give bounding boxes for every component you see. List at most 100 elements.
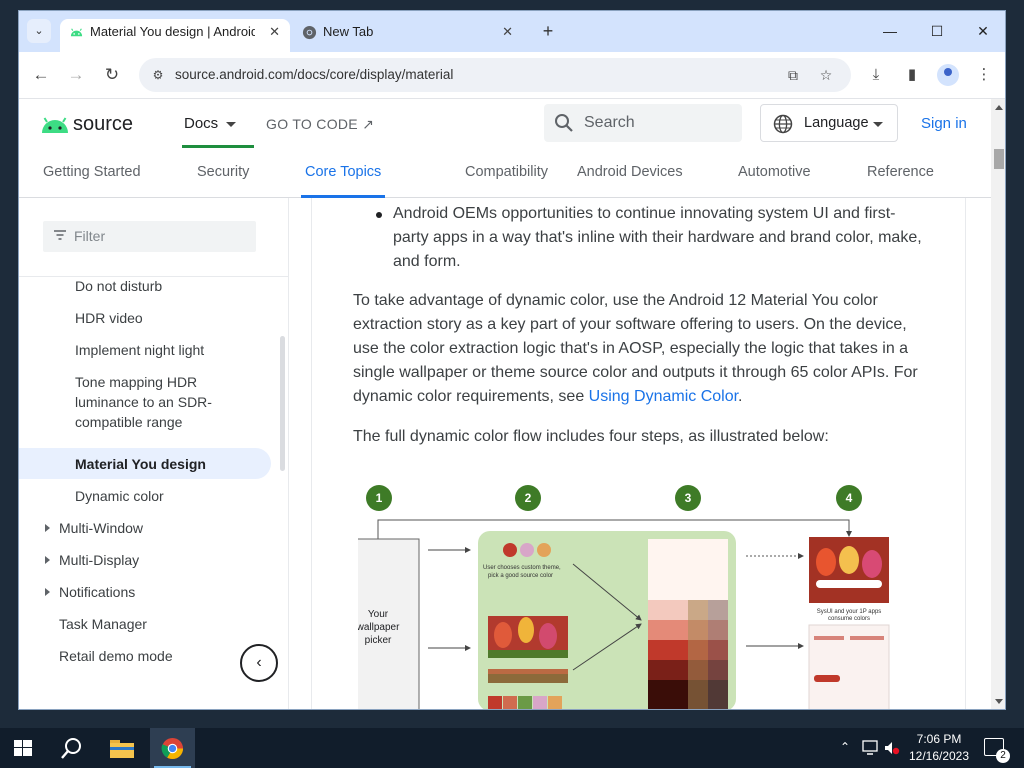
profile-avatar-icon[interactable] — [937, 64, 959, 86]
dynamic-color-flow-diagram: 1 2 3 4 Your wallpaper picker User chooses… — [358, 485, 890, 709]
svg-text:4: 4 — [846, 491, 853, 505]
caret-down-icon — [873, 122, 883, 127]
browser-toolbar: ← → ↻ ⚙ source.android.com/docs/core/dis… — [19, 52, 1005, 99]
windows-start-icon[interactable] — [14, 740, 32, 756]
docs-menu[interactable]: Docs — [181, 115, 255, 148]
collapse-sidebar-button[interactable]: ‹ — [240, 644, 278, 682]
sidebar-item-notifications[interactable]: Notifications — [59, 582, 135, 602]
language-label: Language — [804, 115, 869, 131]
site-info-icon[interactable]: ⚙ — [149, 66, 167, 84]
goto-code-link[interactable]: GO TO CODE ↗ — [266, 116, 374, 133]
tab-material-you[interactable]: Material You design | Android ✕ — [60, 19, 290, 52]
search-icon[interactable] — [60, 737, 84, 759]
tab-getting-started[interactable]: Getting Started — [43, 164, 141, 180]
tab-security[interactable]: Security — [197, 164, 249, 180]
sign-in-link[interactable]: Sign in — [921, 115, 967, 132]
install-app-icon[interactable]: ⧉ — [783, 65, 803, 85]
tab-new-tab[interactable]: New Tab ✕ — [293, 19, 523, 52]
language-selector[interactable]: Language — [760, 104, 898, 142]
tab-reference[interactable]: Reference — [867, 164, 934, 180]
side-panel-icon[interactable]: ▮ — [901, 64, 923, 86]
chevron-up-icon[interactable]: ⌃ — [840, 740, 850, 754]
volume-muted-icon[interactable] — [884, 740, 900, 756]
bullet-dot — [376, 212, 382, 218]
sidebar-item-tone-mapping[interactable]: Tone mapping HDR luminance to an SDR-com… — [75, 372, 245, 432]
expand-arrow-icon[interactable] — [45, 556, 50, 564]
tab-compatibility[interactable]: Compatibility — [465, 164, 548, 180]
sidebar-item-night-light[interactable]: Implement night light — [75, 340, 204, 360]
chrome-taskbar-button[interactable] — [150, 728, 195, 768]
bullet-text: Android OEMs opportunities to continue i… — [393, 205, 922, 270]
step-marker-4: 4 — [836, 485, 862, 511]
tab-automotive[interactable]: Automotive — [738, 164, 811, 180]
svg-text:1: 1 — [376, 491, 383, 505]
using-dynamic-color-link[interactable]: Using Dynamic Color — [589, 388, 738, 405]
browser-window: ⌄ Material You design | Android ✕ New Ta… — [18, 10, 1006, 710]
tab-search-button[interactable]: ⌄ — [27, 19, 51, 43]
page-scrollbar[interactable] — [991, 99, 1005, 709]
expand-arrow-icon[interactable] — [45, 588, 50, 596]
tab-core-topics[interactable]: Core Topics — [300, 164, 386, 198]
network-icon[interactable] — [862, 740, 878, 756]
chrome-favicon-icon — [302, 25, 317, 40]
sidebar-item-hdr-video[interactable]: HDR video — [75, 308, 143, 328]
system-clock[interactable]: 7:06 PM 12/16/2023 — [904, 731, 974, 765]
maximize-button[interactable]: ☐ — [922, 17, 952, 45]
site-search[interactable]: Search — [544, 104, 742, 142]
bookmark-star-icon[interactable]: ☆ — [816, 65, 836, 85]
tonal-palette — [648, 539, 728, 709]
search-icon — [555, 114, 573, 132]
globe-icon — [773, 114, 793, 134]
step-marker-3: 3 — [675, 485, 701, 511]
clock-date: 12/16/2023 — [908, 749, 970, 763]
sidebar-item-multi-window[interactable]: Multi-Window — [59, 518, 143, 538]
expand-arrow-icon[interactable] — [45, 524, 50, 532]
step-marker-2: 2 — [515, 485, 541, 511]
tab-close-icon[interactable]: ✕ — [502, 19, 513, 45]
paragraph-flow-intro: The full dynamic color flow includes fou… — [353, 428, 829, 445]
paragraph-dynamic-color: To take advantage of dynamic color, use … — [353, 289, 927, 409]
reload-icon[interactable]: ↻ — [99, 62, 125, 88]
docs-label: Docs — [184, 115, 219, 132]
sidebar-item-do-not-disturb[interactable]: Do not disturb — [75, 276, 162, 296]
notification-center-icon[interactable]: 2 — [984, 738, 1010, 763]
back-arrow-icon[interactable]: ← — [28, 62, 54, 88]
svg-text:3: 3 — [685, 491, 692, 505]
close-window-button[interactable]: ✕ — [968, 17, 998, 45]
forward-arrow-icon[interactable]: → — [63, 62, 89, 88]
logo-text: source — [73, 113, 134, 135]
android-favicon-icon — [70, 28, 83, 37]
tab-android-devices[interactable]: Android Devices — [577, 164, 683, 180]
scroll-up-icon[interactable] — [995, 105, 1003, 110]
sidebar-item-dynamic-color[interactable]: Dynamic color — [75, 486, 164, 506]
sidebar-scrollbar[interactable] — [280, 336, 285, 471]
android-logo-icon — [42, 117, 68, 133]
tab-strip: ⌄ Material You design | Android ✕ New Ta… — [19, 11, 1005, 52]
scroll-thumb[interactable] — [994, 149, 1004, 169]
sidebar-item-multi-display[interactable]: Multi-Display — [59, 550, 139, 570]
file-explorer-icon[interactable] — [110, 738, 134, 758]
chrome-icon — [161, 737, 184, 760]
chrome-menu-icon[interactable]: ⋮ — [973, 64, 995, 86]
filter-icon — [54, 230, 66, 240]
address-bar[interactable]: ⚙ source.android.com/docs/core/display/m… — [139, 58, 851, 92]
minimize-button[interactable]: — — [875, 17, 905, 45]
sidebar-item-retail-demo[interactable]: Retail demo mode — [59, 646, 173, 666]
caret-down-icon — [226, 121, 237, 127]
new-tab-button[interactable]: + — [535, 19, 561, 45]
article-content: Android OEMs opportunities to continue i… — [311, 198, 966, 709]
paragraph-end: . — [738, 388, 743, 405]
url-text[interactable]: source.android.com/docs/core/display/mat… — [175, 67, 453, 82]
scroll-down-icon[interactable] — [995, 699, 1003, 704]
notification-count: 2 — [996, 749, 1010, 763]
tab-title: New Tab — [323, 24, 374, 39]
tab-close-icon[interactable]: ✕ — [269, 19, 280, 45]
filter-input[interactable]: Filter — [43, 221, 256, 252]
download-icon[interactable]: ⤓ — [865, 64, 887, 86]
svg-text:2: 2 — [525, 491, 532, 505]
tab-title: Material You design | Android — [90, 24, 255, 39]
step-marker-1: 1 — [366, 485, 392, 511]
search-placeholder: Search — [584, 114, 635, 131]
sidebar-item-task-manager[interactable]: Task Manager — [59, 614, 147, 634]
sidebar-item-material-you[interactable]: Material You design — [19, 448, 271, 479]
